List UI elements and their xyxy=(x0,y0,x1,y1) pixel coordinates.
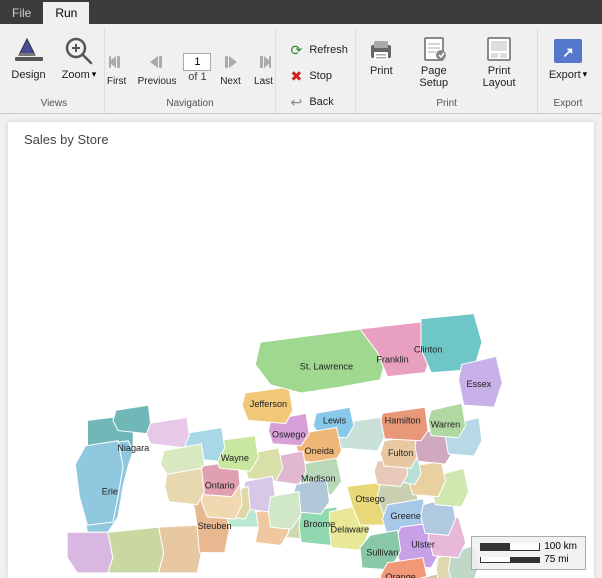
print-buttons: Print Page Setup xyxy=(362,30,531,96)
stop-icon: ✖ xyxy=(287,67,305,85)
next-button[interactable]: Next xyxy=(214,45,246,92)
previous-label: Previous xyxy=(138,76,177,87)
design-button[interactable]: Design xyxy=(4,30,52,86)
ulster-label: Ulster xyxy=(411,540,435,550)
map-svg: Clinton Franklin St. Lawrence Essex Jeff… xyxy=(8,151,594,578)
page-of-label: of 1 xyxy=(188,71,206,83)
tab-file[interactable]: File xyxy=(0,2,43,24)
export-label: Export xyxy=(549,69,581,81)
zoom-dropdown-arrow: ▾ xyxy=(92,69,97,80)
refresh-icon: ⟳ xyxy=(287,41,305,59)
page-setup-label: Page Setup xyxy=(409,65,458,89)
ribbon-group-print: Print Page Setup xyxy=(356,28,538,113)
fulton-label: Fulton xyxy=(388,448,413,458)
last-button[interactable]: Last xyxy=(247,45,279,92)
scale-mi-ruler xyxy=(480,557,540,563)
design-label: Design xyxy=(11,69,45,81)
steuben-label: Steuben xyxy=(198,521,232,531)
orange-label: Orange xyxy=(385,572,415,578)
next-label: Next xyxy=(220,76,241,87)
export-buttons: ↗ Export ▾ xyxy=(542,30,594,96)
export-dropdown-arrow: ▾ xyxy=(583,69,588,80)
refresh-button[interactable]: ⟳ Refresh xyxy=(282,38,353,62)
export-group-label: Export xyxy=(554,96,583,111)
scale-mi-row: 75 mi xyxy=(480,554,577,565)
report-content: Sales by Store xyxy=(8,122,594,578)
scale-km-ruler xyxy=(480,543,540,551)
otsego-label: Otsego xyxy=(355,494,384,504)
page-input-area: of 1 xyxy=(183,53,211,83)
views-buttons: Design Zoom ▾ xyxy=(4,30,103,96)
stlawrence-label: St. Lawrence xyxy=(300,362,353,372)
essex-label: Essex xyxy=(466,379,491,389)
erie-label: Erie xyxy=(102,487,118,497)
ontario-label: Ontario xyxy=(205,481,235,491)
export-icon: ↗ xyxy=(552,35,584,67)
ribbon-group-navigation: First Previous of 1 xyxy=(105,28,277,113)
page-number-input[interactable] xyxy=(183,53,211,71)
export-button[interactable]: ↗ Export ▾ xyxy=(542,30,594,86)
warren-label: Warren xyxy=(431,420,461,430)
refresh-label: Refresh xyxy=(309,44,348,56)
ribbon-group-export: ↗ Export ▾ Export xyxy=(538,28,598,113)
svg-text:↗: ↗ xyxy=(562,44,574,60)
ribbon-group-run: ⟳ Refresh ✖ Stop ↩ Back xyxy=(276,28,356,113)
back-icon: ↩ xyxy=(287,93,305,111)
clinton-label: Clinton xyxy=(414,344,442,354)
franklin-label: Franklin xyxy=(376,354,408,364)
first-button[interactable]: First xyxy=(101,45,133,92)
run-stack: ⟳ Refresh ✖ Stop ↩ Back xyxy=(282,38,353,114)
zoom-icon xyxy=(63,35,95,67)
scale-mi-label: 75 mi xyxy=(544,554,568,565)
zoom-button[interactable]: Zoom ▾ xyxy=(55,30,104,86)
back-button[interactable]: ↩ Back xyxy=(282,90,353,114)
niagara-label: Niagara xyxy=(117,443,150,453)
previous-button[interactable]: Previous xyxy=(134,45,181,92)
print-layout-icon xyxy=(485,35,513,63)
print-layout-button[interactable]: Print Layout xyxy=(467,30,531,94)
scale-km-row: 100 km xyxy=(480,541,577,552)
page-setup-button[interactable]: Page Setup xyxy=(402,30,465,94)
design-icon xyxy=(13,35,45,67)
wayne-label: Wayne xyxy=(221,453,249,463)
hamilton-label: Hamilton xyxy=(385,415,421,425)
first-label: First xyxy=(107,76,126,87)
stop-label: Stop xyxy=(309,70,332,82)
nav-items: First Previous of 1 xyxy=(101,40,280,96)
delaware-label: Delaware xyxy=(331,524,370,534)
tab-run[interactable]: Run xyxy=(43,2,89,24)
sullivan-label: Sullivan xyxy=(366,548,398,558)
oneida-label: Oneida xyxy=(305,446,335,456)
page-setup-icon xyxy=(420,35,448,63)
next-icon xyxy=(218,50,242,74)
madison-label: Madison xyxy=(301,473,336,483)
report-title: Sales by Store xyxy=(8,122,594,151)
ribbon: Design Zoom ▾ Views xyxy=(0,24,602,114)
print-group-label: Print xyxy=(436,96,457,111)
navigation-group-label: Navigation xyxy=(166,96,213,111)
print-label: Print xyxy=(370,65,393,77)
zoom-label: Zoom xyxy=(62,69,90,81)
stop-button[interactable]: ✖ Stop xyxy=(282,64,353,88)
ribbon-group-views: Design Zoom ▾ Views xyxy=(4,28,105,113)
print-button[interactable]: Print xyxy=(362,30,400,82)
map-area: Clinton Franklin St. Lawrence Essex Jeff… xyxy=(8,151,594,578)
lewis-label: Lewis xyxy=(323,415,347,425)
last-label: Last xyxy=(254,76,273,87)
scale-bar: 100 km 75 mi xyxy=(471,536,586,570)
last-icon xyxy=(251,50,275,74)
tab-bar: File Run xyxy=(0,0,602,24)
print-icon xyxy=(367,35,395,63)
scale-km-label: 100 km xyxy=(544,541,577,552)
greene-label: Greene xyxy=(390,511,420,521)
back-label: Back xyxy=(309,96,333,108)
jefferson-label: Jefferson xyxy=(250,399,287,409)
first-icon xyxy=(105,50,129,74)
previous-icon xyxy=(145,50,169,74)
views-group-label: Views xyxy=(41,96,68,111)
oswego-label: Oswego xyxy=(272,430,305,440)
print-layout-label: Print Layout xyxy=(474,65,524,89)
